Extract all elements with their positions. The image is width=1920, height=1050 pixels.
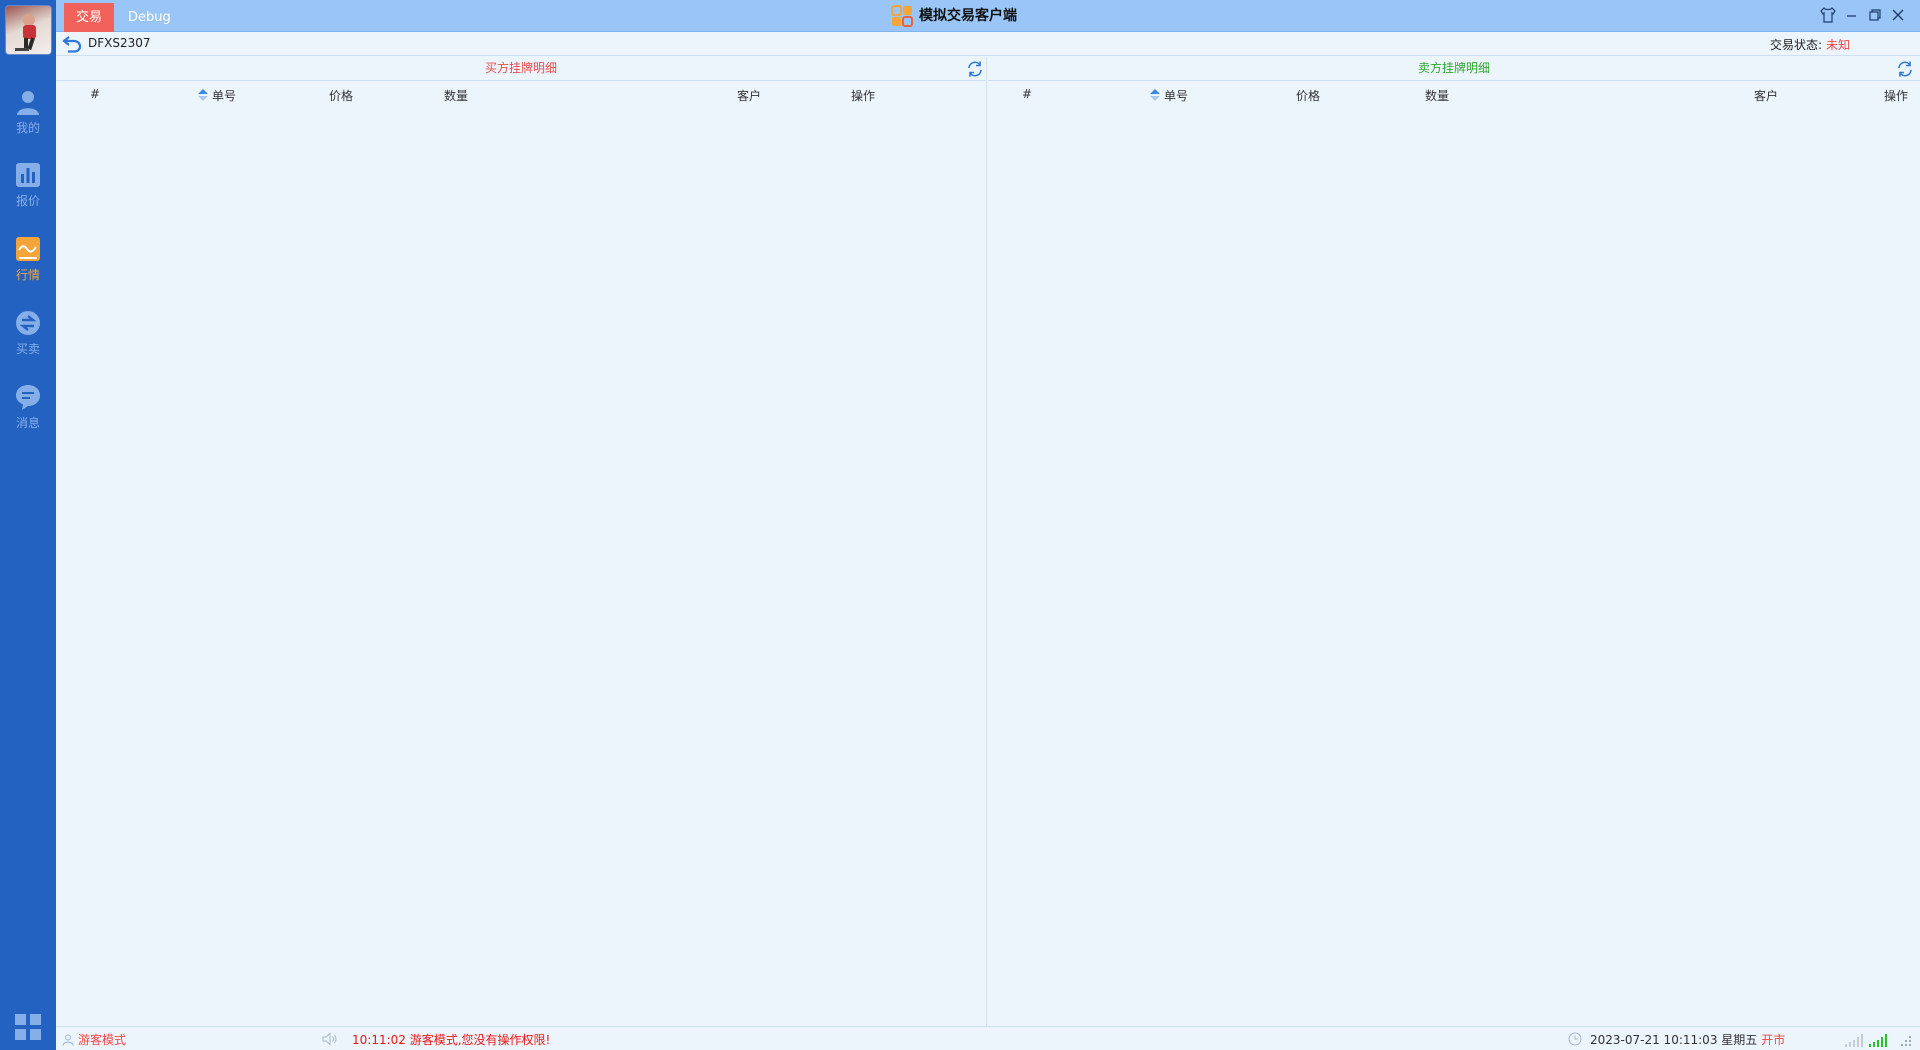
sidebar-item-mine[interactable]: 我的 (0, 84, 56, 146)
skin-icon[interactable] (1819, 6, 1837, 24)
refresh-icon[interactable] (1896, 60, 1914, 78)
trade-status-value: 未知 (1825, 38, 1850, 52)
minimize-icon[interactable] (1843, 6, 1861, 24)
contract-code: DFXS2307 (88, 36, 151, 50)
column-header-order-no[interactable]: 单号 (198, 87, 236, 104)
column-header-action[interactable]: 操作 (851, 87, 875, 104)
wave-icon (16, 237, 40, 261)
signal-strong-icon (1869, 1034, 1887, 1047)
close-icon[interactable] (1889, 6, 1907, 24)
sidebar-item-label: 消息 (15, 416, 40, 430)
back-icon[interactable] (62, 35, 82, 53)
column-header-price[interactable]: 价格 (1296, 87, 1320, 104)
restore-icon[interactable] (1866, 6, 1884, 24)
app-logo-icon (891, 5, 913, 27)
avatar[interactable] (5, 5, 52, 55)
bar-chart-icon (16, 163, 40, 187)
sell-orders-panel: 卖方挂牌明细 # 单号 价格 数量 客户 操作 (988, 57, 1920, 1026)
sidebar-item-quote[interactable]: 报价 (0, 157, 56, 219)
column-header-label: 单号 (1164, 89, 1189, 103)
sell-panel-title: 卖方挂牌明细 (988, 57, 1920, 81)
sidebar-item-trade[interactable]: 买卖 (0, 305, 56, 367)
buy-panel-title: 买方挂牌明细 (56, 57, 986, 81)
guest-mode: 游客模式 (62, 1031, 126, 1048)
sidebar-item-market[interactable]: 行情 (0, 231, 56, 293)
status-message: 10:11:02 游客模式,您没有操作权限! (352, 1033, 551, 1047)
window-title: 模拟交易客户端 (919, 8, 1017, 24)
column-header-customer[interactable]: 客户 (1754, 87, 1778, 104)
trade-icon (16, 311, 40, 335)
title-bar: 交易 Debug 模拟交易客户端 (56, 0, 1920, 32)
sidebar-item-label: 报价 (15, 194, 40, 208)
guest-user-icon (62, 1034, 74, 1046)
column-header-index[interactable]: # (1022, 87, 1032, 101)
column-header-index[interactable]: # (90, 87, 100, 101)
column-header-action[interactable]: 操作 (1884, 87, 1908, 104)
column-header-quantity[interactable]: 数量 (444, 87, 468, 104)
trade-status: 交易状态: 未知 (1770, 36, 1850, 53)
column-header-order-no[interactable]: 单号 (1150, 87, 1188, 104)
contract-bar: DFXS2307 交易状态: 未知 (56, 32, 1920, 56)
user-icon (17, 91, 39, 115)
guest-mode-label: 游客模式 (78, 1033, 127, 1047)
market-state: 开市 (1761, 1033, 1786, 1047)
trade-status-label: 交易状态: (1769, 38, 1822, 52)
app-title: 模拟交易客户端 (891, 5, 1017, 27)
sidebar-item-label: 我的 (15, 121, 40, 135)
resize-grip-icon[interactable] (1898, 1033, 1912, 1047)
buy-table-header: # 单号 价格 数量 客户 操作 (56, 85, 986, 105)
apps-grid-icon[interactable] (14, 1013, 42, 1041)
status-datetime: 2023-07-21 10:11:03 星期五 开市 (1590, 1031, 1785, 1048)
sidebar: 我的 报价 行情 买卖 消息 (0, 0, 56, 1050)
column-header-quantity[interactable]: 数量 (1425, 87, 1449, 104)
tab-debug[interactable]: Debug (116, 3, 183, 32)
column-header-customer[interactable]: 客户 (737, 87, 761, 104)
datetime-text: 2023-07-21 10:11:03 星期五 (1590, 1033, 1758, 1047)
column-header-label: 单号 (212, 89, 237, 103)
sidebar-item-message[interactable]: 消息 (0, 379, 56, 441)
column-header-price[interactable]: 价格 (329, 87, 353, 104)
tab-trade[interactable]: 交易 (64, 3, 115, 32)
clock-icon (1568, 1032, 1582, 1046)
refresh-icon[interactable] (966, 60, 984, 78)
buy-orders-panel: 买方挂牌明细 # 单号 价格 数量 客户 操作 (56, 57, 987, 1026)
status-bar: 游客模式 10:11:02 游客模式,您没有操作权限! 2023-07-21 1… (56, 1026, 1920, 1050)
sort-icon (198, 89, 208, 101)
sidebar-item-label: 行情 (15, 268, 40, 282)
sidebar-item-label: 买卖 (15, 342, 40, 356)
speaker-icon[interactable] (322, 1032, 338, 1046)
sell-table-header: # 单号 价格 数量 客户 操作 (988, 85, 1920, 105)
chat-icon (16, 385, 40, 410)
sort-icon (1150, 89, 1160, 101)
signal-weak-icon (1845, 1034, 1863, 1047)
